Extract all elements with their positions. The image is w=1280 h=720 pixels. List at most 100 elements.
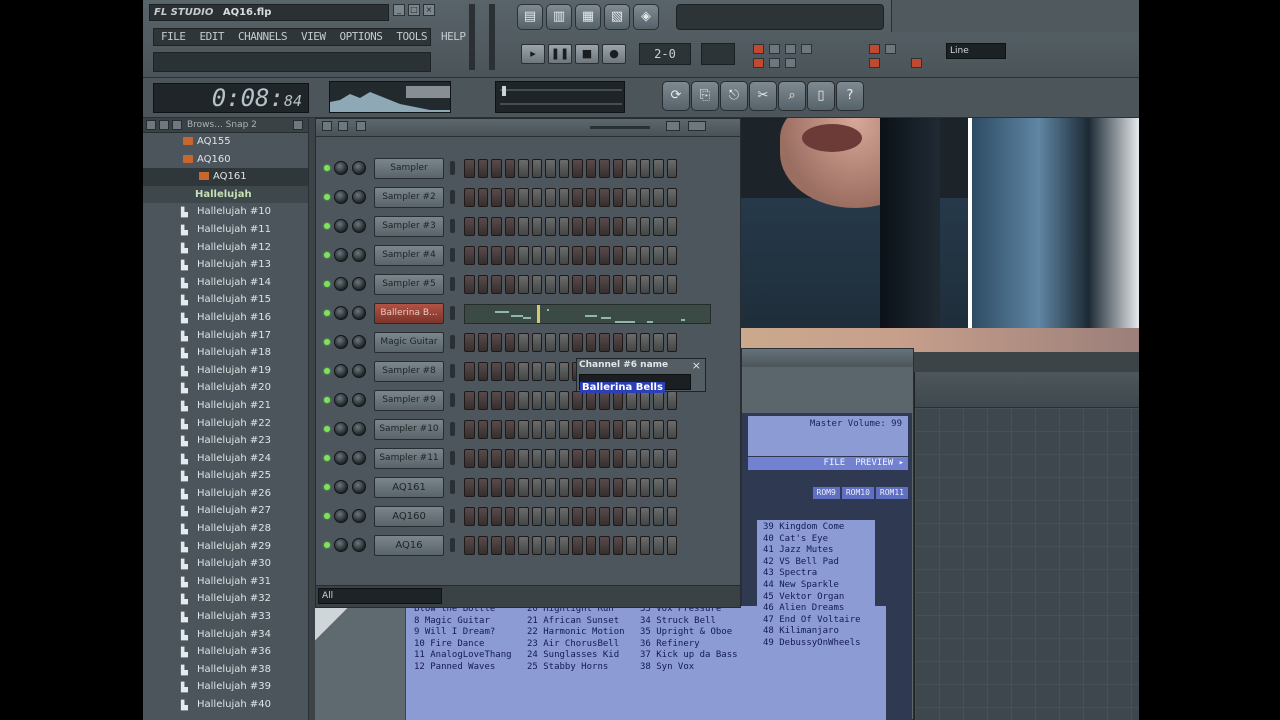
channel-button[interactable]: Sampler #5 [374, 274, 444, 295]
step-button[interactable] [612, 391, 623, 410]
step-button[interactable] [626, 188, 637, 207]
step-button[interactable] [518, 246, 529, 265]
step-button[interactable] [491, 159, 502, 178]
channel-volume-knob[interactable] [352, 509, 366, 523]
step-button[interactable] [572, 449, 583, 468]
browser-preset-item[interactable]: ▙ Hallelujah #22 [143, 415, 308, 433]
channel-volume-knob[interactable] [352, 190, 366, 204]
channel-pan-knob[interactable] [334, 393, 348, 407]
graph-editor-icon[interactable] [666, 121, 680, 131]
channel-button[interactable]: Sampler #2 [374, 187, 444, 208]
rack-menu-icon[interactable] [322, 121, 332, 131]
step-button[interactable] [666, 391, 677, 410]
preset-entry[interactable]: 34 Struck Bell [640, 616, 738, 628]
channel-mute-led[interactable] [324, 397, 330, 403]
step-button[interactable] [545, 507, 556, 526]
browser-folder-item[interactable]: AQ155 [143, 133, 308, 151]
step-button[interactable] [491, 333, 502, 352]
step-button[interactable] [558, 478, 569, 497]
browser-preset-item[interactable]: ▙ Hallelujah #30 [143, 555, 308, 573]
mini-piano-roll[interactable] [464, 304, 711, 324]
step-button[interactable] [653, 478, 664, 497]
step-button[interactable] [558, 275, 569, 294]
step-button[interactable] [612, 246, 623, 265]
step-button[interactable] [518, 478, 529, 497]
render-icon[interactable]: ⎋ [720, 81, 748, 111]
step-button[interactable] [518, 449, 529, 468]
preset-entry[interactable]: 25 Stabby Horns [527, 662, 625, 674]
channel-select-indicator[interactable] [450, 219, 455, 233]
rack-tool-icon[interactable] [356, 121, 366, 131]
step-button[interactable] [666, 217, 677, 236]
step-button[interactable] [464, 362, 475, 381]
step-button[interactable] [504, 217, 515, 236]
step-button[interactable] [585, 246, 596, 265]
snap-mode-select[interactable]: Line [946, 43, 1006, 59]
step-button[interactable] [653, 391, 664, 410]
step-button[interactable] [477, 246, 488, 265]
channel-button[interactable]: Sampler [374, 158, 444, 179]
master-volume-slider[interactable] [469, 4, 475, 70]
cut-icon[interactable]: ✂ [749, 81, 777, 111]
step-button[interactable] [612, 449, 623, 468]
preset-entry[interactable]: 22 Harmonic Motion [527, 627, 625, 639]
step-button[interactable] [477, 391, 488, 410]
step-button[interactable] [531, 507, 542, 526]
preset-entry[interactable]: 24 Sunglasses Kid [527, 650, 625, 662]
step-button[interactable] [612, 275, 623, 294]
step-button[interactable] [558, 507, 569, 526]
preset-entry[interactable]: 12 Panned Waves [414, 662, 512, 674]
browser-preset-item[interactable]: ▙ Hallelujah #25 [143, 467, 308, 485]
step-button[interactable] [612, 536, 623, 555]
tab-rom10[interactable]: ROM10 [841, 487, 874, 499]
step-button[interactable] [639, 536, 650, 555]
preset-entry[interactable]: 9 Will I Dream? [414, 627, 512, 639]
typing-keyboard-icon[interactable] [885, 44, 896, 54]
step-button[interactable] [491, 275, 502, 294]
browser-preset-item[interactable]: ▙ Hallelujah #38 [143, 661, 308, 679]
step-button[interactable] [666, 246, 677, 265]
playlist-icon[interactable]: ▤ [517, 4, 543, 30]
step-button[interactable] [639, 507, 650, 526]
preset-entry[interactable]: 38 Syn Vox [640, 662, 738, 674]
browser-preset-item[interactable]: ▙ Hallelujah #40 [143, 696, 308, 714]
preset-entry[interactable]: 21 African Sunset [527, 616, 625, 628]
step-button[interactable] [585, 275, 596, 294]
channel-pan-knob[interactable] [334, 219, 348, 233]
step-button[interactable] [626, 478, 637, 497]
browser-preset-item[interactable]: ▙ Hallelujah #13 [143, 256, 308, 274]
channel-volume-knob[interactable] [352, 277, 366, 291]
channel-pan-knob[interactable] [334, 364, 348, 378]
reset-icon[interactable]: ⟳ [662, 81, 690, 111]
step-button[interactable] [464, 188, 475, 207]
step-button[interactable] [639, 391, 650, 410]
loop-icon[interactable] [785, 44, 796, 54]
preset-entry[interactable]: 47 End Of Voltaire [763, 615, 875, 627]
step-button[interactable] [585, 536, 596, 555]
mixer-icon[interactable]: ▧ [604, 4, 630, 30]
step-button[interactable] [558, 449, 569, 468]
step-button[interactable] [531, 478, 542, 497]
browser-preset-item[interactable]: ▙ Hallelujah #20 [143, 379, 308, 397]
stop-icon[interactable]: ■ [575, 44, 599, 64]
step-button[interactable] [477, 333, 488, 352]
step-button[interactable] [504, 536, 515, 555]
channel-select-indicator[interactable] [450, 422, 455, 436]
preset-entry[interactable]: 46 Alien Dreams [763, 603, 875, 615]
step-button[interactable] [504, 391, 515, 410]
channel-mute-led[interactable] [324, 310, 330, 316]
step-button[interactable] [477, 536, 488, 555]
browser-preset-item[interactable]: ▙ Hallelujah #12 [143, 239, 308, 257]
preset-entry[interactable]: 10 Fire Dance [414, 639, 512, 651]
pause-icon[interactable]: ❚❚ [548, 44, 572, 64]
step-button[interactable] [545, 391, 556, 410]
step-button[interactable] [558, 362, 569, 381]
browser-preset-item[interactable]: ▙ Hallelujah #17 [143, 327, 308, 345]
step-button[interactable] [504, 246, 515, 265]
step-button[interactable] [653, 420, 664, 439]
channel-mute-led[interactable] [324, 484, 330, 490]
step-button[interactable] [639, 188, 650, 207]
step-button[interactable] [585, 217, 596, 236]
browser-preset-item[interactable]: ▙ Hallelujah #27 [143, 502, 308, 520]
browser-menu-icon[interactable] [172, 120, 182, 130]
